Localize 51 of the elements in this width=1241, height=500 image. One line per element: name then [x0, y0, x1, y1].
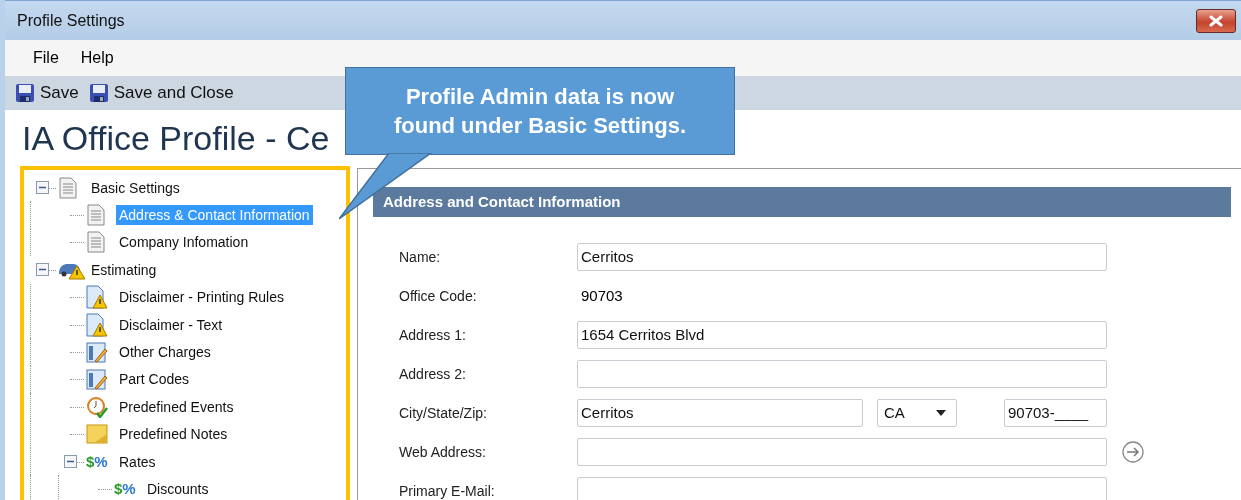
close-button[interactable]: [1196, 8, 1236, 33]
office-code-value: 90703: [580, 287, 623, 304]
tree-item[interactable]: Disclaimer - Printing Rules: [116, 287, 287, 308]
section-header: Address and Contact Information: [373, 187, 1231, 217]
field-label: Address 2:: [399, 365, 467, 382]
field-label: Office Code:: [399, 287, 478, 304]
text-field[interactable]: Cerritos: [577, 242, 1107, 271]
text-field[interactable]: [577, 359, 1107, 388]
document-icon: [86, 231, 106, 254]
city-field[interactable]: Cerritos: [577, 398, 863, 427]
tree-item[interactable]: Rates: [116, 451, 159, 472]
tree-item[interactable]: Company Infomation: [116, 232, 252, 253]
text-field[interactable]: [577, 476, 1107, 500]
clock-check-icon: [86, 395, 108, 418]
collapse-toggle[interactable]: [64, 455, 77, 469]
tree-item[interactable]: Part Codes: [116, 369, 193, 390]
toolbar-button[interactable]: Save and Close: [86, 81, 236, 105]
page-heading: IA Office Profile - Ce: [21, 118, 330, 159]
zip-field[interactable]: 90703-____: [1004, 398, 1107, 427]
tree-item[interactable]: Other Charges: [116, 342, 214, 363]
menu-item[interactable]: File: [33, 49, 59, 67]
collapse-toggle[interactable]: [36, 181, 49, 195]
menu-item[interactable]: Help: [80, 49, 114, 67]
dollar-percent-icon: $%: [86, 453, 108, 471]
document-warning-icon: [86, 285, 108, 310]
form-pencil-icon: [86, 368, 108, 391]
document-icon: [86, 204, 106, 227]
field-label: Name:: [399, 248, 442, 265]
tree-item[interactable]: Basic Settings: [88, 177, 183, 198]
tree-item[interactable]: Estimating: [88, 259, 160, 280]
field-label: Web Address:: [399, 443, 487, 460]
dollar-percent-icon: $%: [114, 480, 136, 498]
field-label: Address 1:: [399, 326, 467, 343]
note-icon: [86, 424, 108, 445]
document-warning-icon: [86, 312, 108, 337]
field-label: Primary E-Mail:: [399, 482, 496, 499]
tree-item[interactable]: Predefined Events: [116, 396, 237, 417]
state-dropdown[interactable]: CA: [877, 398, 957, 427]
tree-item[interactable]: Predefined Notes: [116, 424, 231, 445]
document-icon: [58, 176, 78, 199]
dropdown-caret-icon: [936, 409, 946, 416]
text-field[interactable]: 1654 Cerritos Blvd: [577, 320, 1107, 349]
tree-item[interactable]: Disclaimer - Text: [116, 314, 226, 335]
toolbar-button[interactable]: Save: [13, 81, 81, 105]
text-field[interactable]: [577, 437, 1107, 466]
window-title: Profile Settings: [17, 11, 125, 30]
close-icon: [1208, 14, 1224, 27]
form-pencil-icon: [86, 341, 108, 364]
tree-item[interactable]: Discounts: [144, 479, 212, 499]
field-label: City/State/Zip:: [399, 404, 488, 421]
collapse-toggle[interactable]: [36, 263, 49, 277]
